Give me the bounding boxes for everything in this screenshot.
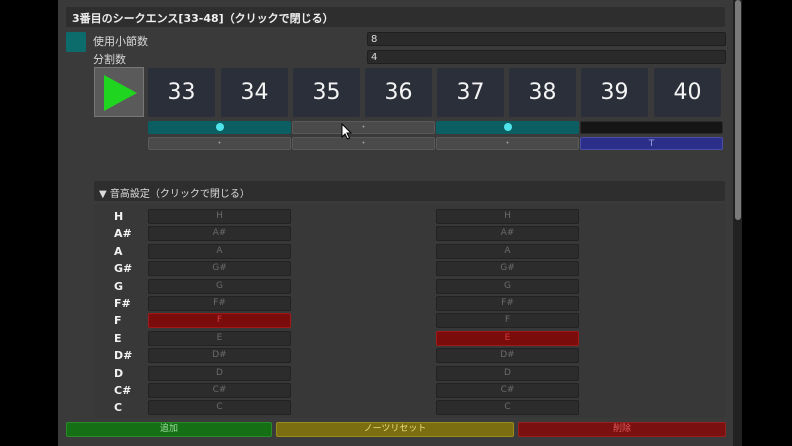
measure-40[interactable]: 40 (654, 68, 721, 117)
notes-reset-button[interactable]: ノーツリセット (276, 422, 514, 437)
note-label: A# (114, 227, 132, 241)
pitch-cell-right[interactable]: A# (436, 226, 579, 242)
note-dot-icon (215, 123, 224, 131)
delete-button[interactable]: 削除 (518, 422, 726, 437)
note-label: C (114, 401, 123, 415)
measure-38[interactable]: 38 (509, 68, 576, 117)
measure-39[interactable]: 39 (581, 68, 648, 117)
bars-label: 使用小節数 (93, 35, 148, 48)
pitch-cell-right[interactable]: A (436, 243, 579, 259)
pitch-cell-left[interactable]: A# (148, 226, 291, 242)
note-label: G (114, 279, 124, 293)
pitch-cell-left[interactable]: A (148, 243, 291, 259)
pitch-cell-right[interactable]: D (436, 365, 579, 381)
note-label: G# (114, 262, 133, 276)
pitch-cell-left[interactable]: G# (148, 261, 291, 277)
pitch-cell-left[interactable]: C# (148, 383, 291, 398)
note-label: A (114, 244, 123, 258)
note-label: D# (114, 349, 133, 363)
row1-segment-2[interactable]: ・ (292, 121, 435, 134)
note-label: F (114, 314, 122, 328)
note-label: D (114, 366, 124, 380)
pitch-cell-left[interactable]: D# (148, 348, 291, 364)
pitch-cell-right[interactable]: E (436, 330, 579, 346)
note-dot-icon (503, 123, 512, 131)
pitch-settings-header[interactable]: ▼ 音高設定（クリックで閉じる） (94, 181, 725, 201)
measure-36[interactable]: 36 (365, 68, 432, 117)
bars-field[interactable]: 8 (367, 32, 726, 46)
pitch-cell-left[interactable]: E (148, 330, 291, 346)
pitch-cell-left[interactable]: F (148, 313, 291, 329)
sequence-title: 3番目のシークエンス[33-48]（クリックで閉じる） (72, 12, 334, 25)
pitch-cell-right[interactable]: C (436, 400, 579, 416)
divisions-label: 分割数 (93, 53, 126, 66)
pitch-cell-left[interactable]: C (148, 400, 291, 416)
note-label: E (114, 331, 122, 345)
note-label: C# (114, 384, 132, 397)
play-button[interactable] (94, 67, 144, 117)
row2-segment-3[interactable]: ・ (436, 137, 579, 150)
pitch-cell-right[interactable]: F# (436, 296, 579, 311)
row1-segment-1[interactable] (148, 121, 291, 134)
scrollbar-thumb[interactable] (735, 0, 741, 220)
divisions-field[interactable]: 4 (367, 50, 726, 64)
measure-35[interactable]: 35 (293, 68, 360, 117)
pitch-cell-right[interactable]: F (436, 313, 579, 329)
measure-34[interactable]: 34 (221, 68, 288, 117)
pitch-cell-right[interactable]: D# (436, 348, 579, 364)
row1-segment-4[interactable] (580, 121, 723, 134)
pitch-cell-right[interactable]: G (436, 278, 579, 294)
pitch-cell-left[interactable]: D (148, 365, 291, 381)
pitch-cell-left[interactable]: H (148, 209, 291, 224)
mouse-cursor-icon (341, 123, 353, 140)
pitch-cell-left[interactable]: F# (148, 296, 291, 311)
play-icon (104, 75, 137, 111)
row2-segment-1[interactable]: ・ (148, 137, 291, 150)
row2-segment-2[interactable]: ・ (292, 137, 435, 150)
row2-segment-4[interactable]: T (580, 137, 723, 150)
pitch-cell-right[interactable]: C# (436, 383, 579, 398)
add-button[interactable]: 追加 (66, 422, 272, 437)
pitch-cell-right[interactable]: H (436, 209, 579, 224)
pitch-cell-left[interactable]: G (148, 278, 291, 294)
sequence-header[interactable]: 3番目のシークエンス[33-48]（クリックで閉じる） (66, 7, 725, 27)
pitch-cell-right[interactable]: G# (436, 261, 579, 277)
color-swatch[interactable] (66, 32, 86, 52)
measure-33[interactable]: 33 (148, 68, 215, 117)
row1-segment-3[interactable] (436, 121, 579, 134)
measure-37[interactable]: 37 (437, 68, 504, 117)
note-label: H (114, 210, 124, 223)
pitch-settings-title: ▼ 音高設定（クリックで閉じる） (99, 189, 250, 200)
note-label: F# (114, 297, 131, 310)
